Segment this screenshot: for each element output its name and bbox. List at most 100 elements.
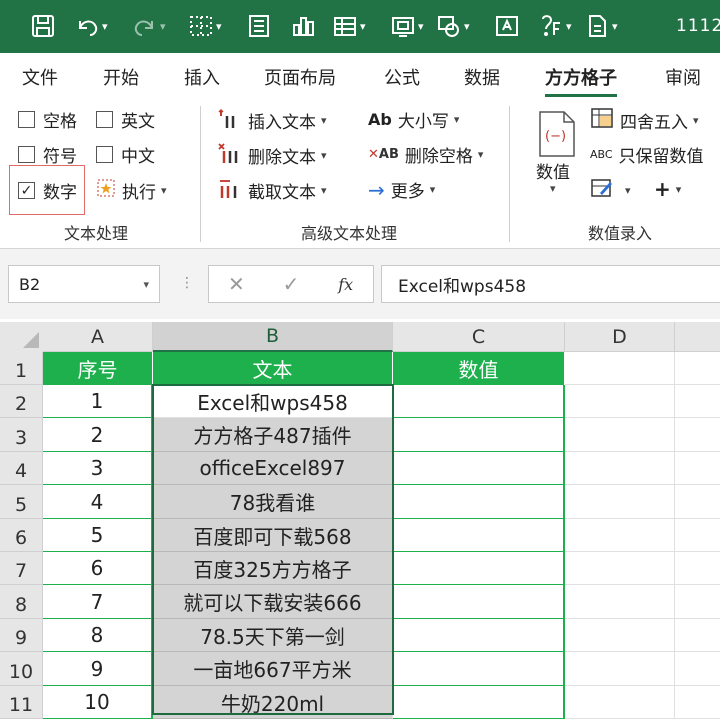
row-header-10[interactable]: 10 bbox=[0, 652, 43, 686]
cell-a7[interactable]: 6 bbox=[43, 552, 153, 585]
cell-e2[interactable] bbox=[675, 385, 720, 418]
cell-d11[interactable] bbox=[565, 686, 675, 719]
delete-space-button[interactable]: ✕AB 删除空格 ▾ bbox=[368, 142, 483, 167]
chinese-checkbox[interactable]: 中文 bbox=[96, 142, 155, 167]
cell-c2[interactable] bbox=[393, 385, 565, 418]
chart-icon[interactable] bbox=[290, 10, 316, 42]
tab-file[interactable]: 文件 bbox=[22, 64, 58, 90]
tab-home[interactable]: 开始 bbox=[103, 64, 139, 90]
borders-icon[interactable]: ▾ bbox=[188, 10, 222, 42]
delete-text-button[interactable]: 删除文本 ▾ bbox=[218, 142, 327, 169]
case-button[interactable]: Ab 大小写 ▾ bbox=[368, 107, 459, 132]
fx-icon[interactable]: fx bbox=[318, 275, 373, 294]
column-header-e[interactable] bbox=[675, 322, 720, 352]
confirm-icon[interactable]: ✓ bbox=[264, 272, 319, 296]
cell-c6[interactable] bbox=[393, 519, 565, 552]
row-header-2[interactable]: 2 bbox=[0, 385, 43, 418]
cell-d5[interactable] bbox=[565, 485, 675, 519]
extract-text-button[interactable]: 截取文本 ▾ bbox=[218, 177, 327, 204]
cell-d2[interactable] bbox=[565, 385, 675, 418]
insert-text-button[interactable]: 插入文本 ▾ bbox=[218, 107, 327, 134]
row-header-8[interactable]: 8 bbox=[0, 585, 43, 619]
cell-a2[interactable]: 1 bbox=[43, 385, 153, 418]
formula-input[interactable]: Excel和wps458 bbox=[381, 265, 720, 303]
symbol-icon[interactable]: ▾ bbox=[538, 10, 572, 42]
column-header-c[interactable]: C bbox=[393, 322, 565, 352]
cell-b11[interactable]: 牛奶220ml bbox=[153, 686, 393, 719]
cell-e4[interactable] bbox=[675, 452, 720, 485]
cell-e11[interactable] bbox=[675, 686, 720, 719]
column-header-a[interactable]: A bbox=[43, 322, 153, 352]
cell-b8[interactable]: 就可以下载安装666 bbox=[153, 585, 393, 619]
cell-e1[interactable] bbox=[675, 352, 720, 385]
number-checkbox[interactable]: ✓ 数字 bbox=[18, 178, 77, 203]
cell-c11[interactable] bbox=[393, 686, 565, 719]
cell-d1[interactable] bbox=[565, 352, 675, 385]
cell-c7[interactable] bbox=[393, 552, 565, 585]
cell-b4[interactable]: officeExcel897 bbox=[153, 452, 393, 485]
symbol-checkbox[interactable]: 符号 bbox=[18, 142, 77, 167]
execute-button[interactable]: 执行 ▾ bbox=[96, 178, 167, 203]
screenshot-icon[interactable]: ▾ bbox=[390, 10, 424, 42]
more-button[interactable]: → 更多 ▾ bbox=[368, 177, 435, 203]
cell-b6[interactable]: 百度即可下载568 bbox=[153, 519, 393, 552]
row-header-3[interactable]: 3 bbox=[0, 418, 43, 452]
tab-review[interactable]: 审阅 bbox=[665, 64, 701, 90]
row-header-11[interactable]: 11 bbox=[0, 686, 43, 719]
row-header-7[interactable]: 7 bbox=[0, 552, 43, 585]
header-cell-value[interactable]: 数值 bbox=[393, 352, 565, 385]
cell-d8[interactable] bbox=[565, 585, 675, 619]
cell-e5[interactable] bbox=[675, 485, 720, 519]
active-cell-b2[interactable]: Excel和wps458 bbox=[153, 385, 393, 418]
row-header-4[interactable]: 4 bbox=[0, 452, 43, 485]
cell-a3[interactable]: 2 bbox=[43, 418, 153, 452]
cell-c8[interactable] bbox=[393, 585, 565, 619]
drag-handle-icon[interactable]: ⋮ bbox=[180, 275, 194, 291]
cell-c10[interactable] bbox=[393, 652, 565, 686]
cell-d7[interactable] bbox=[565, 552, 675, 585]
tab-page-layout[interactable]: 页面布局 bbox=[264, 64, 336, 90]
tab-formulas[interactable]: 公式 bbox=[384, 64, 420, 90]
name-box[interactable]: B2 ▾ bbox=[8, 265, 160, 303]
row-header-5[interactable]: 5 bbox=[0, 485, 43, 519]
table-icon[interactable]: ▾ bbox=[332, 10, 366, 42]
chevron-down-icon[interactable]: ▾ bbox=[143, 278, 149, 291]
cell-a6[interactable]: 5 bbox=[43, 519, 153, 552]
english-checkbox[interactable]: 英文 bbox=[96, 107, 155, 132]
cell-a4[interactable]: 3 bbox=[43, 452, 153, 485]
cell-e9[interactable] bbox=[675, 619, 720, 652]
cancel-icon[interactable]: ✕ bbox=[209, 272, 264, 296]
cell-a8[interactable]: 7 bbox=[43, 585, 153, 619]
row-header-6[interactable]: 6 bbox=[0, 519, 43, 552]
save-icon[interactable] bbox=[30, 10, 56, 42]
cell-d10[interactable] bbox=[565, 652, 675, 686]
form-icon[interactable] bbox=[246, 10, 272, 42]
header-cell-index[interactable]: 序号 bbox=[43, 352, 153, 385]
cell-d3[interactable] bbox=[565, 418, 675, 452]
cell-e6[interactable] bbox=[675, 519, 720, 552]
cell-e7[interactable] bbox=[675, 552, 720, 585]
cell-b5[interactable]: 78我看谁 bbox=[153, 485, 393, 519]
cell-a11[interactable]: 10 bbox=[43, 686, 153, 719]
cell-e8[interactable] bbox=[675, 585, 720, 619]
cell-b7[interactable]: 百度325方方格子 bbox=[153, 552, 393, 585]
cell-b10[interactable]: 一亩地667平方米 bbox=[153, 652, 393, 686]
cell-c3[interactable] bbox=[393, 418, 565, 452]
cell-b3[interactable]: 方方格子487插件 bbox=[153, 418, 393, 452]
cell-c5[interactable] bbox=[393, 485, 565, 519]
select-all-corner[interactable] bbox=[0, 322, 44, 353]
cell-a5[interactable]: 4 bbox=[43, 485, 153, 519]
row-header-1[interactable]: 1 bbox=[0, 352, 43, 385]
cell-e3[interactable] bbox=[675, 418, 720, 452]
shapes-icon[interactable]: ▾ bbox=[436, 10, 470, 42]
cell-c9[interactable] bbox=[393, 619, 565, 652]
redo-icon[interactable]: ▾ bbox=[132, 10, 166, 42]
cell-a9[interactable]: 8 bbox=[43, 619, 153, 652]
column-header-b[interactable]: B bbox=[153, 322, 393, 352]
add-button[interactable]: + ▾ bbox=[654, 177, 681, 201]
space-checkbox[interactable]: 空格 bbox=[18, 107, 77, 132]
undo-icon[interactable]: ▾ bbox=[74, 10, 108, 42]
cell-d6[interactable] bbox=[565, 519, 675, 552]
header-cell-text[interactable]: 文本 bbox=[153, 352, 393, 385]
cell-e10[interactable] bbox=[675, 652, 720, 686]
